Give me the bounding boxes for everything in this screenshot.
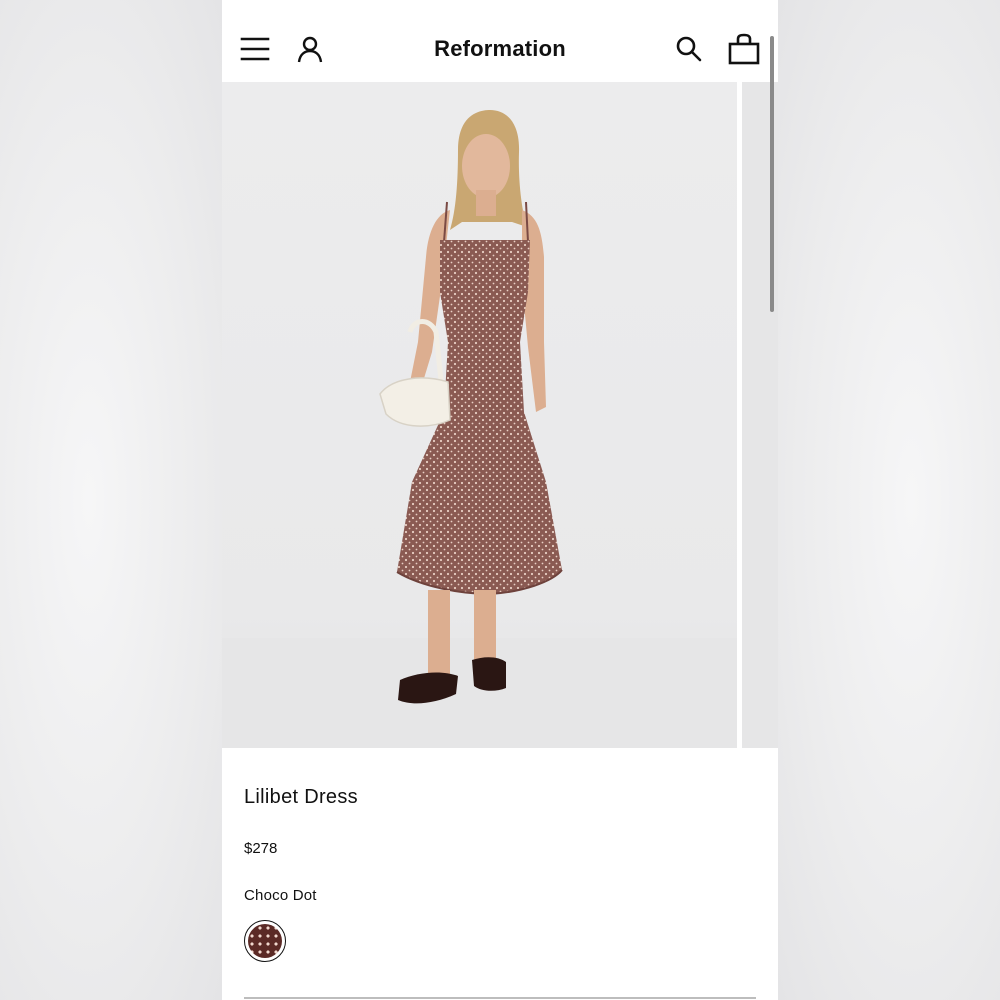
color-swatch-choco-dot[interactable]	[244, 920, 286, 962]
model-figure	[379, 110, 563, 704]
phone-screen: Reformation Lilibet Dress $278 Choco Dot	[222, 0, 778, 1000]
scrollbar[interactable]	[770, 36, 774, 312]
shopping-bag-icon[interactable]	[727, 32, 761, 66]
section-divider	[244, 997, 756, 999]
product-image-carousel[interactable]	[222, 82, 778, 748]
search-icon[interactable]	[672, 32, 706, 66]
product-photo[interactable]	[222, 82, 737, 748]
top-nav: Reformation	[222, 0, 778, 82]
swatch-fill	[248, 924, 282, 958]
background-right	[778, 0, 1000, 1000]
selected-color-label: Choco Dot	[244, 887, 317, 904]
background-left	[0, 0, 222, 1000]
product-title: Lilibet Dress	[244, 786, 358, 808]
product-price: $278	[244, 840, 278, 857]
